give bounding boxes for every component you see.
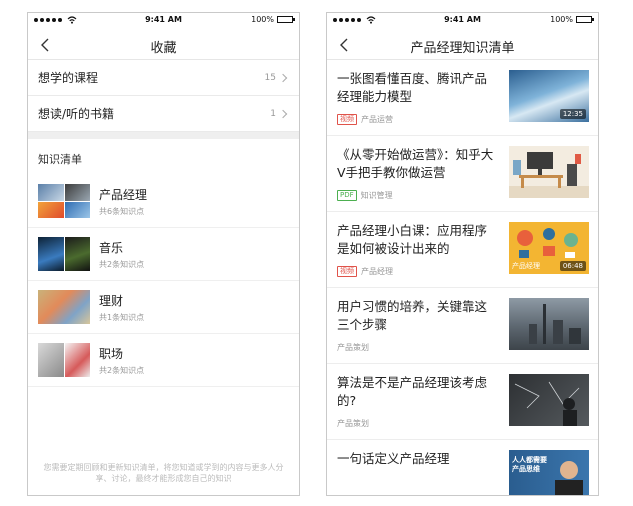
article-title: 产品经理小白课：应用程序是如何被设计出来的 <box>337 223 488 256</box>
status-bar: 9:41 AM 100% <box>327 13 598 30</box>
video-duration: 06:48 <box>559 261 586 271</box>
topic-count: 共6条知识点 <box>99 206 145 216</box>
favorite-books-row[interactable]: 想读/听的书籍 1 <box>28 96 299 132</box>
article-thumbnail: 12:35 <box>509 70 589 122</box>
article-category: 产品策划 <box>337 343 369 352</box>
topic-name: 产品经理 <box>99 187 148 202</box>
favorite-count: 15 <box>264 72 276 83</box>
chalkboard-illustration <box>514 381 580 426</box>
topic-row-finance[interactable]: 理财 共1条知识点 <box>28 281 299 334</box>
article-thumbnail <box>509 374 589 426</box>
article-item[interactable]: 一张图看懂百度、腾讯产品经理能力模型 视频 产品运营 12:35 <box>327 60 598 136</box>
portrait-illustration <box>555 461 583 495</box>
topic-count: 共2条知识点 <box>99 259 145 269</box>
knowledge-list-screen: 9:41 AM 100% 产品经理知识清单 一张图看懂百度、腾讯产品经理能力模型… <box>326 12 599 496</box>
city-illustration <box>529 304 581 344</box>
nav-bar: 收藏 <box>28 30 299 60</box>
topic-name: 音乐 <box>99 240 124 255</box>
nav-bar: 产品经理知识清单 <box>327 30 598 60</box>
chevron-right-icon <box>278 109 288 118</box>
topic-thumbnail <box>38 237 90 271</box>
favorite-count: 1 <box>270 108 276 119</box>
topic-row-music[interactable]: 音乐 共2条知识点 <box>28 228 299 281</box>
article-item[interactable]: 产品经理小白课：应用程序是如何被设计出来的 视频 产品经理 产品经理 06:48 <box>327 212 598 288</box>
video-tag: 视频 <box>337 114 357 125</box>
topic-thumbnail <box>38 343 90 377</box>
article-title: 用户习惯的培养，关键靠这三个步骤 <box>337 299 488 332</box>
page-title: 收藏 <box>150 41 177 56</box>
desk-illustration <box>509 152 589 198</box>
article-thumbnail: 产品经理 06:48 <box>509 222 589 274</box>
section-title: 知识清单 <box>38 153 82 166</box>
knowledge-list-section: 知识清单 产品经理 共6条知识点 音乐 共2条知识点 理财 共1条知识点 职场 … <box>28 139 299 495</box>
topic-row-product-manager[interactable]: 产品经理 共6条知识点 <box>28 175 299 228</box>
battery-percent: 100% <box>251 15 274 24</box>
article-item[interactable]: 用户习惯的培养，关键靠这三个步骤 产品策划 <box>327 288 598 364</box>
section-divider <box>28 132 299 139</box>
article-title: 一句话定义产品经理 <box>337 451 450 466</box>
favorites-screen: 9:41 AM 100% 收藏 想学的课程 15 想读/听的书籍 1 知识清单 <box>27 12 300 496</box>
topic-name: 职场 <box>99 346 124 361</box>
battery-percent: 100% <box>550 15 573 24</box>
article-category: 产品经理 <box>361 267 393 276</box>
status-bar: 9:41 AM 100% <box>28 13 299 30</box>
footer-note: 您需要定期回顾和更新知识清单，将您知道或学到的内容与更多人分享、讨论，最终才能形… <box>43 463 284 483</box>
article-thumbnail: 人人都需要产品思维 <box>509 450 589 495</box>
topic-count: 共1条知识点 <box>99 312 145 322</box>
pdf-tag: PDF <box>337 190 357 201</box>
page-title: 产品经理知识清单 <box>410 41 515 56</box>
article-thumbnail <box>509 298 589 350</box>
topic-row-career[interactable]: 职场 共2条知识点 <box>28 334 299 387</box>
article-title: 《从零开始做运营》：知乎大V手把手教你做运营 <box>337 147 494 180</box>
favorite-courses-row[interactable]: 想学的课程 15 <box>28 60 299 96</box>
topic-name: 理财 <box>99 293 124 308</box>
video-duration: 12:35 <box>559 109 586 119</box>
favorite-label: 想学的课程 <box>38 71 99 85</box>
battery-icon <box>277 16 295 23</box>
article-item[interactable]: 一句话定义产品经理 人人都需要产品思维 <box>327 440 598 495</box>
favorite-label: 想读/听的书籍 <box>38 107 115 121</box>
article-thumbnail <box>509 146 589 198</box>
video-tag: 视频 <box>337 266 357 277</box>
article-item[interactable]: 算法是不是产品经理该考虑的? 产品策划 <box>327 364 598 440</box>
article-title: 算法是不是产品经理该考虑的? <box>337 375 488 408</box>
article-item[interactable]: 《从零开始做运营》：知乎大V手把手教你做运营 PDF 知识管理 <box>327 136 598 212</box>
thumbnail-caption: 产品经理 <box>512 262 540 270</box>
topic-thumbnail <box>38 184 90 218</box>
battery-icon <box>576 16 594 23</box>
chevron-right-icon <box>278 73 288 82</box>
topic-thumbnail <box>38 290 90 324</box>
article-category: 产品运营 <box>361 115 393 124</box>
topic-count: 共2条知识点 <box>99 365 145 375</box>
article-title: 一张图看懂百度、腾讯产品经理能力模型 <box>337 71 488 104</box>
article-category: 产品策划 <box>337 419 369 428</box>
article-category: 知识管理 <box>360 191 393 200</box>
